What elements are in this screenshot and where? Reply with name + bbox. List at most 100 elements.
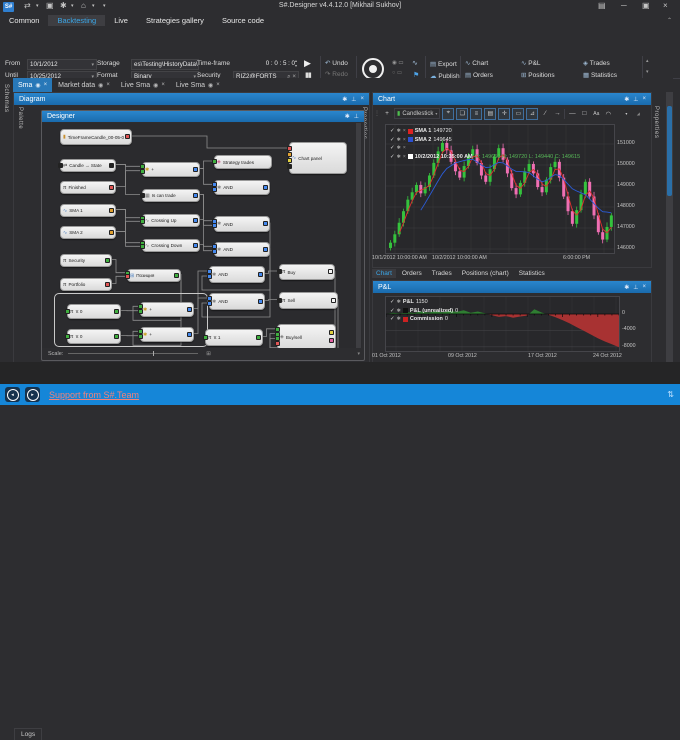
snap-tool-icon[interactable]: ⊿ (526, 108, 538, 120)
close-icon[interactable]: × (642, 96, 646, 103)
node-port[interactable] (331, 298, 336, 303)
node-port[interactable] (187, 332, 192, 337)
visibility-check-icon[interactable]: ✓ (390, 145, 395, 151)
diagram-node-a3[interactable]: ✱AND (214, 242, 270, 257)
close-icon[interactable]: × (403, 154, 406, 160)
diagram-node-p0b[interactable]: ππ 0 (67, 329, 121, 344)
close-icon[interactable]: × (403, 128, 406, 134)
node-port[interactable] (125, 274, 130, 279)
chart-properties-tab[interactable]: Properties (653, 106, 659, 138)
node-port[interactable] (212, 159, 217, 164)
ellipse-tool-icon[interactable]: ◠ (603, 109, 613, 119)
layout-icon[interactable]: ▤ (598, 1, 606, 10)
node-port[interactable] (140, 244, 145, 249)
node-port[interactable] (277, 298, 282, 303)
toolbar-grip[interactable]: ⋮ (374, 110, 380, 117)
gear-icon[interactable]: ✱ (397, 128, 401, 134)
export-button[interactable]: ▤ Export (430, 60, 457, 68)
toolbar-resize-icon[interactable]: ◢ (633, 109, 643, 119)
visibility-check-icon[interactable]: ✓ (390, 316, 395, 322)
chart-legend-row[interactable]: ✓✱×SMA 2149645 (390, 137, 452, 143)
node-port[interactable] (109, 163, 114, 168)
from-field[interactable]: 10/1/2012▾ (27, 59, 97, 70)
logs-tab[interactable]: Logs (14, 728, 42, 740)
visibility-check-icon[interactable]: ✓ (390, 299, 395, 305)
node-port[interactable] (193, 218, 198, 223)
breakpoints-button[interactable] (362, 58, 384, 80)
diagram-node-a5[interactable]: ✱AND (209, 293, 265, 310)
gear-icon[interactable]: ✱ (342, 96, 347, 103)
gear-icon[interactable]: ✱ (397, 137, 401, 143)
tab-close-icon[interactable]: × (216, 82, 220, 88)
bottom-tab-positions-chart-[interactable]: Positions (chart) (458, 269, 513, 278)
close-icon[interactable]: × (642, 284, 646, 291)
diagram-panel-header[interactable]: Diagram ✱⊥× (14, 93, 369, 105)
diagram-node-cu[interactable]: ∿Crossing Up (142, 214, 200, 227)
node-port[interactable] (125, 134, 130, 139)
gear-icon[interactable]: ✱ (397, 145, 401, 151)
node-port[interactable] (193, 243, 198, 248)
add-indicator-button[interactable]: + (382, 109, 392, 119)
pin-icon[interactable]: ⊥ (354, 113, 359, 120)
pnl-legend-row[interactable]: ✓✱P&L1150 (390, 299, 428, 305)
hline-tool-icon[interactable]: — (567, 109, 577, 119)
diagram-node-a1[interactable]: ✱AND (214, 180, 270, 195)
component-button-chart[interactable]: ∿ Chart (465, 59, 521, 67)
doc-tab-market-data[interactable]: Market data◉× (53, 78, 115, 92)
diagram-node-p0a[interactable]: ππ 0 (67, 304, 121, 319)
diagram-node-st[interactable]: ◈Strategy trades (214, 155, 272, 169)
node-port[interactable] (187, 307, 192, 312)
node-port[interactable] (138, 309, 143, 314)
node-port[interactable] (207, 301, 212, 306)
bottom-tab-trades[interactable]: Trades (428, 269, 456, 278)
diagram-node-bs[interactable]: ◈Buy/sell (277, 324, 336, 348)
diagram-node-cmb[interactable]: ✱+ (140, 327, 194, 342)
ribbon-tab-live[interactable]: Live (105, 15, 137, 26)
tab-close-icon[interactable]: × (44, 82, 48, 88)
node-port[interactable] (140, 193, 145, 198)
diagram-node-sell[interactable]: πSell (279, 292, 338, 309)
node-port[interactable] (277, 269, 282, 274)
node-port[interactable] (109, 208, 114, 213)
ribbon-scroll-up-icon[interactable]: ▴ (646, 58, 649, 64)
node-port[interactable] (287, 164, 292, 169)
diagram-node-pos[interactable]: ⊞Позиция (127, 269, 181, 282)
visibility-check-icon[interactable]: ✓ (390, 128, 395, 134)
node-port[interactable] (328, 269, 333, 274)
node-port[interactable] (212, 249, 217, 254)
ribbon-collapse-icon[interactable]: ⌃ (667, 17, 672, 24)
tab-status-icon[interactable]: ◉ (208, 82, 213, 89)
line-tool-icon[interactable]: ∕ (540, 109, 550, 119)
diagram-node-tfc[interactable]: ▮TimeFrameCandle_00-05-0 0 (60, 129, 132, 145)
text-tool-icon[interactable]: Aa (591, 109, 601, 119)
schemas-tab[interactable]: Schemas (3, 84, 9, 113)
diagram-node-cma[interactable]: ✱+ (140, 302, 194, 317)
node-port[interactable] (287, 152, 292, 157)
canvas-vertical-scrollbar[interactable] (356, 123, 361, 348)
pnl-legend-row[interactable]: ✓✱Commission0 (390, 316, 448, 322)
node-port[interactable] (65, 334, 70, 339)
node-port[interactable] (114, 334, 119, 339)
visibility-check-icon[interactable]: ✓ (390, 308, 395, 314)
pin-icon[interactable]: ⊥ (633, 284, 638, 291)
chart-panel-header[interactable]: Chart ✱⊥× (373, 93, 651, 105)
node-port[interactable] (329, 338, 334, 343)
visibility-check-icon[interactable]: ✓ (390, 154, 395, 160)
diagram-node-conv[interactable]: ✱+ (142, 162, 200, 177)
chart-type-select[interactable]: ▮ Candlestick▾ (394, 108, 440, 119)
node-port[interactable] (65, 309, 70, 314)
close-button[interactable]: × (663, 1, 668, 10)
nav-back-button[interactable]: ◂ (5, 387, 20, 402)
debug-chart-icon[interactable]: ∿ (412, 59, 418, 67)
node-port[interactable] (140, 219, 145, 224)
support-link[interactable]: Support from S#.Team (49, 390, 139, 400)
bottom-tab-chart[interactable]: Chart (372, 269, 396, 278)
connection-status-icon[interactable]: ⇅ (667, 390, 674, 399)
toolbar-overflow-icon[interactable]: ▾ (621, 109, 631, 119)
right-scrollbar[interactable] (666, 92, 673, 362)
tab-status-icon[interactable]: ◉ (153, 82, 158, 89)
node-port[interactable] (203, 335, 208, 340)
scale-slider[interactable] (68, 353, 198, 354)
node-port[interactable] (58, 163, 63, 168)
gear-icon[interactable]: ✱ (397, 154, 401, 160)
